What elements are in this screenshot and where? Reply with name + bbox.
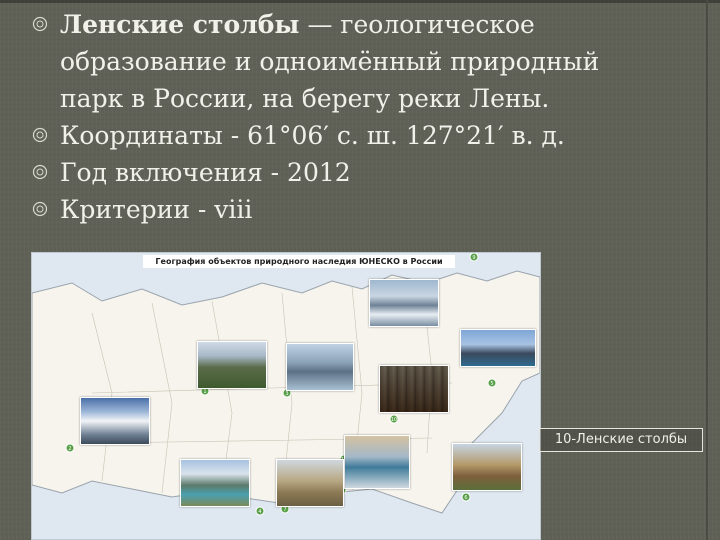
photo-sikhote-alin [452, 443, 522, 491]
photo-lena-pillars [379, 365, 449, 413]
bullet-marker-icon [32, 127, 48, 143]
marker-label: 9 [472, 255, 475, 261]
bullet-text: Координаты - 61°06′ с. ш. 127°21′ в. д. [60, 121, 565, 150]
photo-putorana [286, 343, 354, 391]
bullet-continuation-line: парк в России, на берегу реки Лены. [60, 84, 550, 113]
bullet-text: Критерии - viii [60, 195, 253, 224]
slide-right-border [706, 0, 708, 540]
marker-label: 1 [203, 389, 206, 395]
marker-label: 6 [464, 495, 467, 501]
bullet-marker-icon [32, 164, 48, 180]
slide-top-border [0, 0, 720, 3]
marker-label: 7 [283, 507, 286, 513]
bullet-list: Ленские столбы — геологическое образован… [30, 6, 700, 228]
marker-label: 5 [490, 381, 493, 387]
map-title: География объектов природного наследия Ю… [143, 255, 455, 268]
bullet-item-description: Ленские столбы — геологическое [30, 6, 700, 43]
photo-baikal [344, 435, 410, 489]
marker-label: 2 [68, 446, 71, 452]
marker-label: 4 [258, 509, 261, 515]
marker-label: 10 [391, 417, 397, 423]
bullet-item-year: Год включения - 2012 [30, 154, 700, 191]
photo-komi-forests [197, 341, 267, 389]
photo-western-caucasus [80, 397, 150, 445]
photo-kamchatka [460, 329, 536, 367]
photo-uvs-nuur [276, 459, 344, 507]
bullet-continuation-line: образование и одноимённый природный [60, 47, 600, 76]
bullet-marker-icon [32, 201, 48, 217]
marker-label: 3 [285, 391, 288, 397]
bullet-item-coordinates: Координаты - 61°06′ с. ш. 127°21′ в. д. [30, 117, 700, 154]
photo-wrangel-island [369, 279, 439, 327]
photo-golden-altai [180, 459, 250, 507]
bullet-lead-text: Ленские столбы [60, 10, 300, 39]
bullet-marker-icon [32, 16, 48, 32]
bullet-text: — геологическое [299, 10, 535, 39]
bullet-text: Год включения - 2012 [60, 158, 351, 187]
photo-caption: 10-Ленские столбы [539, 428, 703, 452]
bullet-item-criteria: Критерии - viii [30, 191, 700, 228]
unesco-map: 1234567891011 География объектов природн… [31, 252, 541, 540]
